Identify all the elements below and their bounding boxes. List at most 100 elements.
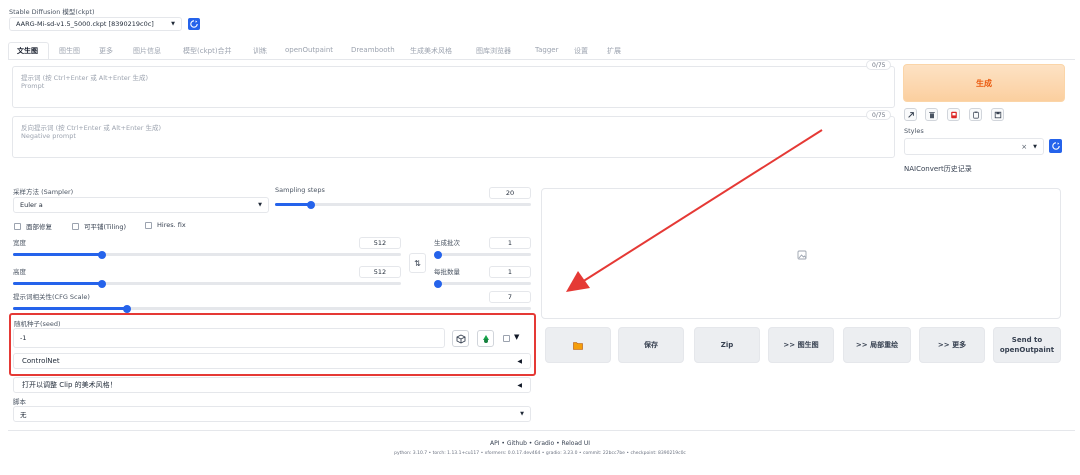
swap-dimensions-button[interactable]: ⇅ <box>409 253 426 273</box>
script-select[interactable]: 无 ▼ <box>13 406 531 422</box>
negative-sublabel: Negative prompt <box>21 132 76 140</box>
model-value: AARG-Mi-sd-v1.5_5000.ckpt [8390219c0c] <box>16 20 154 28</box>
chevron-down-icon: ▼ <box>520 411 524 417</box>
slider-handle[interactable] <box>307 200 315 209</box>
panel-border <box>8 430 1075 431</box>
tab-aesthetic[interactable]: 生成美术风格 <box>410 46 452 56</box>
cfg-slider[interactable] <box>13 304 531 313</box>
prompt-token-counter: 0/75 <box>866 60 892 70</box>
slider-fill <box>275 203 311 206</box>
width-input[interactable]: 512 <box>359 237 401 249</box>
send-to-img2img-button[interactable]: >> 图生图 <box>768 327 834 363</box>
tab-checkpoint-merger[interactable]: 模型(ckpt)合并 <box>183 46 232 56</box>
annotation-arrow <box>566 129 823 292</box>
tab-extras[interactable]: 更多 <box>99 46 113 56</box>
nai-history-label: NAIConvert历史记录 <box>904 165 972 173</box>
open-folder-button[interactable] <box>545 327 611 363</box>
slider-handle[interactable] <box>98 250 106 259</box>
highlight-box <box>9 313 536 376</box>
tab-image-browser[interactable]: 图库浏览器 <box>476 46 511 56</box>
clear-prompt-button[interactable] <box>925 108 938 121</box>
clear-icon[interactable]: × <box>1021 143 1027 151</box>
tiling-checkbox[interactable]: 可平铺(Tiling) <box>72 221 126 231</box>
collapse-icon: ◀ <box>517 381 522 389</box>
hires-fix-checkbox[interactable]: Hires. fix <box>145 221 186 229</box>
steps-slider[interactable] <box>275 200 531 209</box>
save-button[interactable]: 保存 <box>618 327 684 363</box>
restore-prompt-button[interactable] <box>904 108 917 121</box>
steps-input[interactable]: 20 <box>489 187 531 199</box>
tab-label: 文生图 <box>17 47 38 55</box>
styles-select[interactable]: × ▼ <box>904 138 1044 155</box>
slider-fill <box>13 282 102 285</box>
footer-versions: python: 3.10.7 • torch: 1.13.1+cu117 • x… <box>394 451 686 456</box>
script-value: 无 <box>20 411 27 419</box>
trash-icon <box>928 111 935 118</box>
styles-label: Styles <box>904 127 924 135</box>
refresh-icon <box>1051 142 1060 150</box>
batch-size-slider[interactable] <box>434 279 531 288</box>
send-to-openoutpaint-button[interactable]: Send to openOutpaint <box>993 327 1061 363</box>
extra-networks-button[interactable] <box>947 108 960 121</box>
tab-dreambooth[interactable]: Dreambooth <box>351 46 395 54</box>
batch-count-input[interactable]: 1 <box>489 237 531 249</box>
batch-count-label: 生成批次 <box>434 239 460 247</box>
tab-settings[interactable]: 设置 <box>574 46 588 56</box>
slider-handle[interactable] <box>98 279 106 288</box>
tab-train[interactable]: 训练 <box>253 46 267 56</box>
cfg-input[interactable]: 7 <box>489 291 531 303</box>
sampler-label: 采样方法 (Sampler) <box>13 188 74 196</box>
floppy-icon <box>994 111 1001 118</box>
width-slider[interactable] <box>13 250 401 259</box>
tab-openoutpaint[interactable]: openOutpaint <box>285 46 333 54</box>
tab-img2img[interactable]: 图生图 <box>59 46 80 56</box>
save-style-button[interactable] <box>991 108 1004 121</box>
batch-size-input[interactable]: 1 <box>489 266 531 278</box>
model-select[interactable]: AARG-Mi-sd-v1.5_5000.ckpt [8390219c0c] ▼ <box>9 17 182 31</box>
steps-label: Sampling steps <box>275 186 325 194</box>
slider-fill <box>13 307 127 310</box>
script-label: 脚本 <box>13 398 26 406</box>
slider-fill <box>13 253 102 256</box>
footer-links[interactable]: API • Github • Gradio • Reload UI <box>0 440 1080 447</box>
model-label: Stable Diffusion 模型(ckpt) <box>9 8 95 16</box>
tab-tagger[interactable]: Tagger <box>535 46 558 54</box>
height-slider[interactable] <box>13 279 401 288</box>
refresh-model-button[interactable] <box>188 18 200 30</box>
send-to-inpaint-button[interactable]: >> 局部重绘 <box>843 327 911 363</box>
generate-button[interactable]: 生成 <box>903 64 1065 102</box>
checkbox-box[interactable] <box>145 221 152 229</box>
checkbox-label: 可平铺(Tiling) <box>84 223 127 231</box>
chevron-down-icon: ▼ <box>1033 143 1037 150</box>
clipboard-icon <box>972 111 979 119</box>
tab-extensions[interactable]: 扩展 <box>607 46 621 56</box>
checkbox-box[interactable] <box>72 222 79 230</box>
slider-handle[interactable] <box>434 250 442 259</box>
apply-style-button[interactable] <box>969 108 982 121</box>
folder-icon <box>573 341 583 350</box>
batch-size-label: 每批数量 <box>434 268 460 276</box>
checkbox-label: 面部修复 <box>26 223 52 231</box>
clip-style-accordion[interactable]: 打开以调整 Clip 的美术风格！ ◀ <box>13 377 531 393</box>
send-to-extras-button[interactable]: >> 更多 <box>919 327 985 363</box>
height-label: 高度 <box>13 268 26 276</box>
prompt-input[interactable]: 提示词 (按 Ctrl+Enter 或 Alt+Enter 生成) Prompt <box>12 66 895 108</box>
checkbox-label: Hires. fix <box>157 221 186 229</box>
face-restore-checkbox[interactable]: 面部修复 <box>14 221 52 231</box>
checkbox-box[interactable] <box>14 222 21 230</box>
refresh-styles-button[interactable] <box>1049 139 1062 153</box>
sampler-select[interactable]: Euler a ▼ <box>13 197 269 213</box>
button-label-line1: Send to <box>1011 336 1043 344</box>
prompt-sublabel: Prompt <box>21 82 45 90</box>
tab-divider <box>8 59 1075 60</box>
batch-count-slider[interactable] <box>434 250 531 259</box>
height-input[interactable]: 512 <box>359 266 401 278</box>
button-label-line2: openOutpaint <box>999 346 1055 354</box>
slider-handle[interactable] <box>123 304 131 313</box>
slider-handle[interactable] <box>434 279 442 288</box>
chevron-down-icon: ▼ <box>258 202 262 208</box>
sampler-value: Euler a <box>20 201 43 209</box>
cfg-label: 提示词相关性(CFG Scale) <box>13 293 90 301</box>
tab-png-info[interactable]: 图片信息 <box>133 46 161 56</box>
zip-button[interactable]: Zip <box>694 327 760 363</box>
